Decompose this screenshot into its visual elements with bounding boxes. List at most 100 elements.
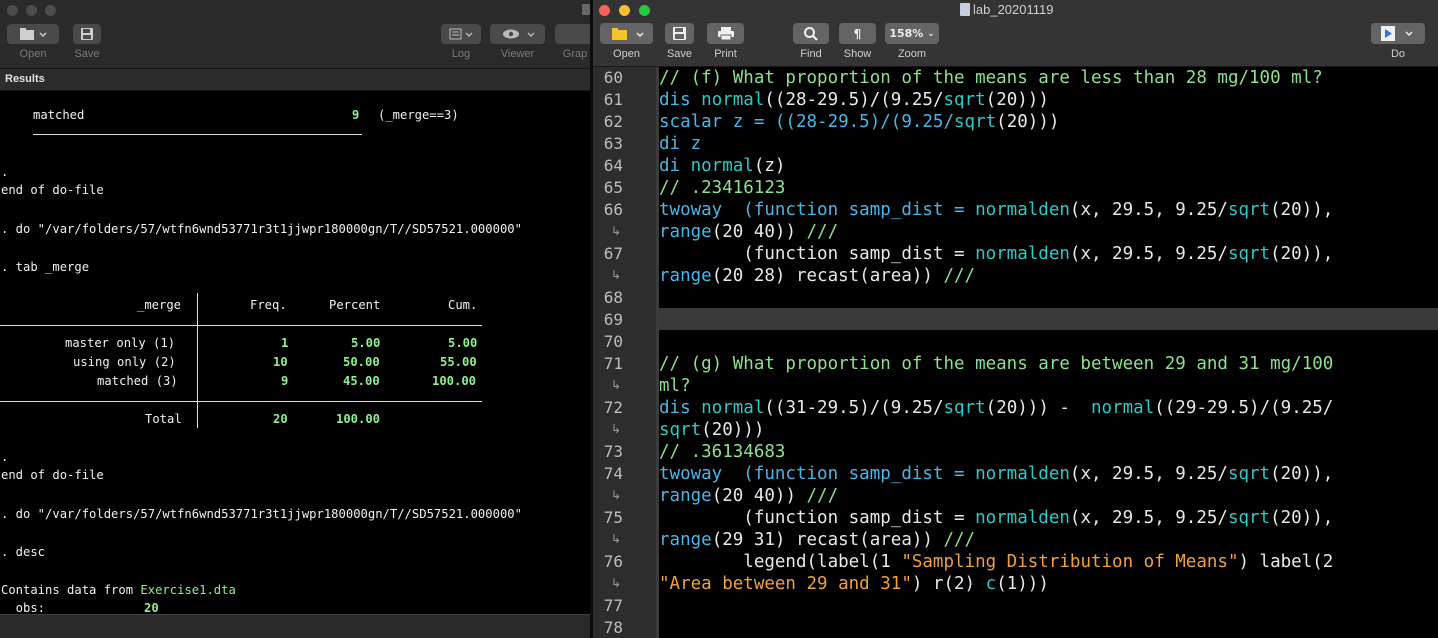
- results-header: Results: [0, 69, 592, 91]
- code-line: scalar z = ((28-29.5)/(9.25/sqrt(20))): [659, 111, 1059, 133]
- wrap-icon: ↳: [611, 576, 622, 590]
- code-token: ((31-29.5)/(9.25/: [764, 398, 944, 418]
- code-token: ///: [806, 222, 839, 242]
- current-line-highlight: [659, 308, 1438, 330]
- code-token: (20))): [996, 112, 1060, 132]
- code-token: (20))): [985, 90, 1049, 110]
- save-button[interactable]: Save: [73, 24, 101, 60]
- show-label: Show: [843, 48, 872, 60]
- open-label: Open: [613, 48, 640, 60]
- save-button[interactable]: Save: [665, 23, 694, 60]
- log-label: Log: [451, 48, 471, 60]
- code-token: (z): [753, 156, 786, 176]
- zoom-button[interactable]: [45, 5, 56, 16]
- viewer-button[interactable]: Viewer: [490, 24, 545, 60]
- viewer-label: Viewer: [500, 48, 535, 60]
- code-token: sqrt: [1227, 508, 1271, 528]
- code-token: ///: [943, 266, 976, 286]
- chevron-down-icon: ⌄: [927, 28, 935, 39]
- code-line: ml?: [659, 376, 691, 396]
- end-of-do-file: end of do-file: [1, 468, 104, 482]
- code-line: range(29 31) recast(area)) ///: [659, 529, 975, 551]
- table-vertical-rule: [197, 293, 198, 428]
- results-output[interactable]: matched 9 (_merge==3) . end of do-file .…: [0, 91, 592, 615]
- row-cum: 5.00: [448, 336, 478, 350]
- wrap-icon: ↳: [611, 422, 622, 436]
- wrap-icon: ↳: [611, 268, 622, 282]
- code-line: // (f) What proportion of the means are …: [659, 68, 1323, 88]
- obs-label: obs:: [1, 601, 46, 615]
- wrap-icon: ↳: [611, 378, 622, 392]
- line-number: 78: [603, 618, 623, 637]
- editor-titlebar: lab_20201119: [593, 0, 1438, 20]
- code-line: // .23416123: [659, 178, 786, 198]
- total-label: Total: [145, 412, 182, 426]
- row-freq: 10: [273, 355, 288, 369]
- code-token: (20)),: [1270, 464, 1334, 484]
- code-token: (20))): [701, 420, 765, 440]
- code-editor[interactable]: 60 61 62 63 64 65 66 67 68 69 70 71 72 7…: [593, 67, 1438, 638]
- row-percent: 5.00: [351, 336, 381, 350]
- log-button[interactable]: Log: [441, 24, 481, 60]
- do-button[interactable]: Do: [1371, 23, 1425, 60]
- save-label: Save: [666, 48, 693, 60]
- row-cum: 100.00: [432, 374, 477, 388]
- open-button[interactable]: Open: [600, 23, 653, 60]
- zoom-select[interactable]: 158% ⌄: [885, 23, 939, 44]
- zoom-control[interactable]: 158% ⌄ Zoom: [885, 23, 939, 60]
- line-number: 72: [603, 398, 623, 417]
- print-button[interactable]: Print: [707, 23, 744, 60]
- row-label: master only (1): [65, 336, 176, 350]
- code-line: sqrt(20))): [659, 419, 764, 441]
- close-button[interactable]: [7, 5, 18, 16]
- dataset-filename: Exercise1.dta: [140, 583, 236, 597]
- line-number: 63: [603, 134, 623, 153]
- command-input[interactable]: [0, 614, 592, 638]
- folder-icon: [600, 23, 653, 44]
- zoom-button[interactable]: [639, 5, 650, 16]
- zoom-value: 158%: [889, 27, 924, 40]
- code-token: range: [659, 266, 712, 286]
- find-button[interactable]: Find: [793, 23, 829, 60]
- matched-count: 9: [352, 108, 360, 122]
- code-line: // (g) What proportion of the means are …: [659, 354, 1334, 374]
- code-token: (20 40)): [711, 486, 807, 506]
- code-token: twoway (function samp_dist =: [659, 464, 976, 484]
- open-button[interactable]: Open: [7, 24, 59, 60]
- code-line: di z: [659, 134, 702, 154]
- wrap-icon: ↳: [611, 532, 622, 546]
- code-line: (function samp_dist = normalden(x, 29.5,…: [659, 507, 1333, 529]
- col-percent-header: Percent: [329, 298, 381, 312]
- graph-button[interactable]: Grap: [555, 24, 592, 60]
- code-token: (x, 29.5, 9.25/: [1069, 508, 1228, 528]
- sidebar-toggle-icon[interactable]: [582, 4, 590, 15]
- table-total-rule: [0, 401, 482, 402]
- results-titlebar: [0, 0, 592, 20]
- show-button[interactable]: ¶ Show: [839, 23, 876, 60]
- total-percent: 100.00: [336, 412, 381, 426]
- pilcrow-icon: ¶: [839, 23, 876, 44]
- code-token: (20))) -: [985, 398, 1092, 418]
- obs-value: 20: [144, 601, 159, 615]
- code-token: ((28-29.5)/(9.25/: [764, 90, 944, 110]
- output-dot: .: [1, 450, 9, 464]
- close-button[interactable]: [599, 5, 610, 16]
- do-label: Do: [1390, 48, 1406, 60]
- code-token: "Sampling Distribution of Means": [901, 552, 1239, 572]
- code-line: dis normal((31-29.5)/(9.25/sqrt(20))) - …: [659, 397, 1333, 419]
- code-token: range: [659, 486, 712, 506]
- code-token: normal: [701, 398, 765, 418]
- line-number: 75: [603, 508, 623, 527]
- minimize-button[interactable]: [26, 5, 37, 16]
- code-token: ) label(2: [1238, 552, 1334, 572]
- matched-label: matched: [33, 108, 85, 122]
- code-token: twoway (function samp_dist =: [659, 200, 976, 220]
- row-percent: 50.00: [343, 355, 380, 369]
- wrap-icon: ↳: [611, 488, 622, 502]
- line-number: 77: [603, 596, 623, 615]
- code-token: (1))): [996, 574, 1049, 594]
- minimize-button[interactable]: [619, 5, 630, 16]
- line-number: 66: [603, 200, 623, 219]
- code-token: dis: [659, 90, 702, 110]
- code-token: dis: [659, 398, 702, 418]
